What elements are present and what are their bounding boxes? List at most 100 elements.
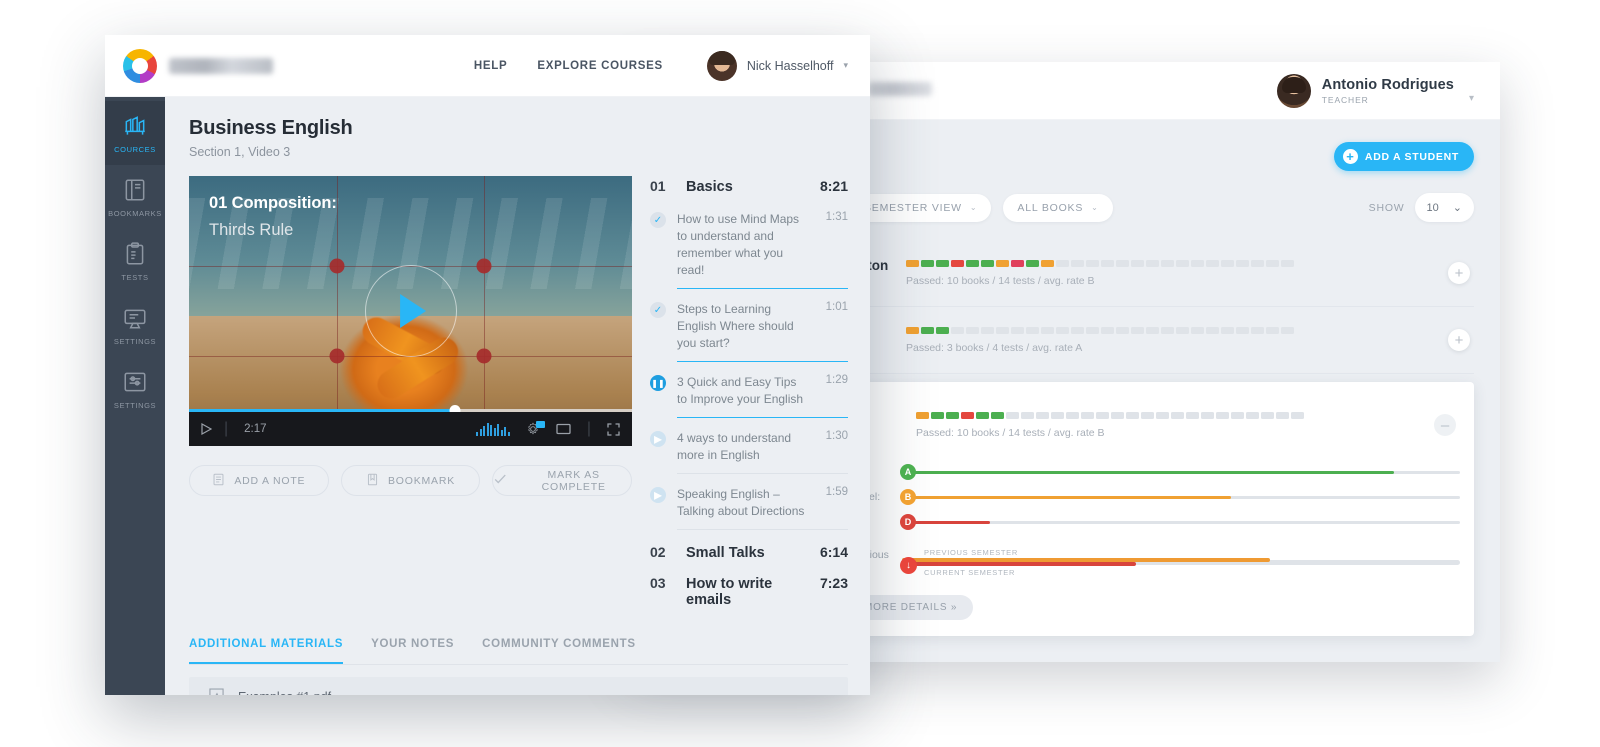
add-student-button[interactable]: + ADD A STUDENT [1333,142,1474,171]
collapse-student-button[interactable]: – [1434,414,1456,436]
student-progress: Passed: 10 books / 14 tests / avg. rate … [906,259,1440,287]
volume-icon[interactable] [476,422,510,436]
item-underline [677,529,848,531]
picture-in-picture-icon[interactable] [556,423,571,435]
sidebar-item-label: COURCES [114,144,156,154]
teacher-account-menu[interactable]: Antonio Rodrigues TEACHER ▾ [1276,73,1474,108]
mark-as-complete-button[interactable]: MARK AS COMPLETE [492,465,633,496]
sidebar-item-label: SETTINGS [113,336,157,346]
playlist-item[interactable]: ▸ 4 ways to understand more in English 1:3… [650,418,848,475]
playlist-item-title: 3 Quick and Easy Tips to Improve your En… [677,375,804,407]
check-icon [493,472,507,489]
video-overlay-title: 01 Composition: Thirds Rule [209,194,337,240]
fullscreen-icon[interactable] [607,422,620,436]
filter-all-books[interactable]: ALL BOOKS ⌄ [1003,193,1113,222]
playlist-section-header[interactable]: 03 How to write emails 7:23 [650,575,848,608]
progress-segments [916,411,1426,419]
settings-badge [535,421,545,428]
video-player[interactable]: 01 Composition: Thirds Rule | 2:17 | [189,176,632,446]
player-area: 01 Composition: Thirds Rule | 2:17 | ADD… [189,176,848,612]
brand-logo[interactable] [123,48,273,83]
section-number: 02 [650,544,666,561]
chevron-down-icon: ⌄ [1091,203,1099,212]
grade-badge: B [900,489,916,505]
nav-help[interactable]: HELP [474,60,507,72]
playlist-item[interactable]: ▸ Speaking English – Talking about Direct… [650,474,848,531]
video-title-main: 01 Composition: [209,194,337,212]
section-title: Basics [686,179,733,195]
comparison-bars: PREVIOUS SEMESTER ↓ CURRENT SEMESTER [900,548,1460,577]
monitor-icon [122,305,148,331]
tab-additional-materials[interactable]: ADDITIONAL MATERIALS [189,638,344,665]
course-sidebar: COURCES BOOKMARKS TESTS SETTINGS SETTINGS [105,97,165,695]
pdf-icon [209,688,224,695]
main-nav: HELP EXPLORE COURSES Nick Hasselhoff ▾ [474,50,848,81]
materials-file-list: Examples #1.pdfExamples #2.pdf [189,677,848,695]
show-count-select[interactable]: 10 ⌄ [1414,193,1474,222]
course-topbar: HELP EXPLORE COURSES Nick Hasselhoff ▾ [105,35,870,97]
material-file-item[interactable]: Examples #1.pdf [189,677,848,695]
screenshot-stage: Antonio Rodrigues TEACHER ▾ Students + A… [0,0,1600,747]
nav-explore-courses[interactable]: EXPLORE COURSES [537,60,663,72]
course-player-window: HELP EXPLORE COURSES Nick Hasselhoff ▾ C… [105,35,870,695]
show-count-value: 10 [1426,201,1439,214]
level-row: Writing level:D [778,514,1460,530]
sidebar-item-bookmarks-1[interactable]: BOOKMARKS [105,165,165,229]
course-playlist: 01 Basics 8:21 ✓ How to use Mind Maps to und… [650,176,848,612]
progress-segments [906,259,1440,267]
bookmark-icon [366,473,379,489]
show-control: SHOW 10 ⌄ [1369,193,1474,222]
playlist-item-duration: 1:01 [825,301,848,314]
playlist-section-header[interactable]: 02 Small Talks 6:14 [650,544,848,561]
tab-community-comments[interactable]: COMMUNITY COMMENTS [482,638,636,664]
user-name: Nick Hasselhoff [746,58,834,73]
filter-semester-view[interactable]: SEMESTER VIEW ⌄ [849,193,992,222]
section-duration: 7:23 [819,575,848,592]
sidebar-item-settings-3[interactable]: SETTINGS [105,293,165,357]
section-duration: 8:21 [819,178,848,194]
play-icon[interactable] [399,294,426,328]
playlist-item[interactable]: ❚❚ 3 Quick and Easy Tips to Improve your … [650,362,848,419]
plus-icon: + [1342,149,1358,164]
check-icon: ✓ [650,302,666,319]
bookmark-button[interactable]: BOOKMARK [340,465,481,496]
pause-icon: ❚❚ [650,375,666,392]
gear-icon[interactable] [526,421,545,436]
video-controls-right: | [476,420,620,438]
playlist-item-duration: 1:29 [825,374,848,387]
current-semester-caption: CURRENT SEMESTER [924,568,1016,577]
sidebar-item-tests-2[interactable]: TESTS [105,229,165,293]
playlist-section-header[interactable]: 01 Basics 8:21 [650,178,848,195]
student-passed-summary: Passed: 10 books / 14 tests / avg. rate … [916,426,1105,439]
books-icon [122,113,148,139]
sidebar-item-label: TESTS [121,272,149,282]
check-icon: ✓ [650,212,666,228]
avatar [1276,73,1311,108]
progress-segments [906,326,1440,334]
sidebar-item-settings-4[interactable]: SETTINGS [105,357,165,421]
level-track [914,495,1460,499]
chevron-down-icon: ▾ [1468,92,1474,104]
add-a-note-button[interactable]: ADD A NOTE [189,465,329,496]
grade-badge: A [900,464,916,480]
playlist-item[interactable]: ✓ How to use Mind Maps to understand and … [650,199,848,290]
level-row: Reading level:A [778,464,1460,480]
button-label: BOOKMARK [387,474,456,487]
section-number: 03 [650,575,666,592]
expand-student-button[interactable]: + [1448,262,1470,284]
materials-tabs: ADDITIONAL MATERIALS YOUR NOTES COMMUNITY … [189,638,848,666]
sidebar-item-cources-0[interactable]: COURCES [105,101,165,165]
teacher-role: TEACHER [1321,94,1369,105]
expand-student-button[interactable]: + [1448,329,1470,351]
dashboard-logo[interactable] [868,82,932,96]
file-name: Examples #1.pdf [238,690,331,695]
filter-label: ALL BOOKS [1017,201,1084,214]
user-account-menu[interactable]: Nick Hasselhoff ▾ [706,50,848,81]
playlist-item[interactable]: ✓ Steps to Learning English Where should … [650,289,848,363]
tab-your-notes[interactable]: YOUR NOTES [371,638,454,664]
comparison-track: ↓ [900,557,1460,574]
student-passed-summary: Passed: 10 books / 14 tests / avg. rate … [906,274,1095,287]
play-button[interactable] [201,423,212,435]
course-subtitle: Section 1, Video 3 [189,145,291,159]
video-current-time: 2:17 [244,423,267,435]
